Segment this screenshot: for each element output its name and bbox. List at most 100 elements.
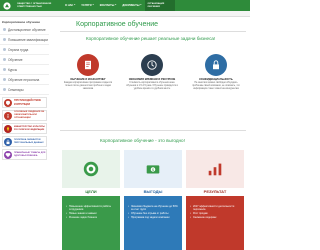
list-item: Обучение без отрыва от работы: [128, 212, 178, 215]
bullet-icon: [3, 58, 6, 61]
banner-label: ПРАВИЛЬНЫЕ ТОВАРЫ ДЛЯ ЗДОРОВЬЯ РЕБЕНКА: [14, 151, 46, 157]
list-item: Повышение эффективности работы сотрудник…: [66, 205, 116, 211]
card-body: 2017 эффективности деятельности персонал…: [186, 188, 244, 250]
list-item: Снижение издержек: [190, 216, 240, 219]
sidebar-link-label: Семинары: [8, 87, 24, 92]
chevron-down-icon: ▾: [140, 4, 142, 6]
sidebar-link-label: Охрана труда: [8, 47, 29, 52]
svg-text:$: $: [152, 168, 154, 172]
banner-label: МИНИСТЕРСТВО КУЛЬТУРЫ РОССИЙСКОЙ ФЕДЕРАЦ…: [14, 125, 45, 131]
sidebar-link[interactable]: Дистанционное обучение: [0, 25, 49, 35]
list-item: Новые знания и навыки: [66, 212, 116, 215]
card-body: Повышение эффективности работы сотрудник…: [62, 188, 120, 250]
sidebar-link-label: Курсы: [8, 67, 18, 72]
top-nav: ОБЩЕСТВО С ОГРАНИЧЕННОЙ ОТВЕТСТВЕННОСТЬЮ…: [0, 0, 250, 11]
main-content: Корпоративное обучение Корпоративное обу…: [52, 18, 250, 250]
list-item: 2017 эффективности деятельности персонал…: [190, 205, 240, 211]
banner-org-info[interactable]: ОСНОВНЫЕ СВЕДЕНИЯ ОБ ОБРАЗОВАТЕЛЬНОЙ ОРГ…: [2, 110, 47, 121]
sidebar-link[interactable]: Семинары: [0, 85, 49, 95]
sidebar-heading: Корпоративное обучение: [2, 19, 40, 24]
bullet-icon: [3, 68, 6, 71]
bullet-icon: [3, 48, 6, 51]
list-item: Решение задач бизнеса: [66, 216, 116, 219]
feature-desc: На занятиях можно свободно обсуждать про…: [192, 82, 240, 91]
card-title: РЕЗУЛЬТАТ: [186, 188, 244, 196]
card-header: [62, 150, 120, 188]
feature-desc: Стоимость корпоративного обучения ниже о…: [126, 82, 178, 91]
card-header: $: [124, 150, 182, 188]
clock-icon: [141, 54, 163, 76]
banner-anticorruption[interactable]: ПРОТИВОДЕЙСТВИЕ КОРРУПЦИИ: [2, 97, 47, 108]
sidebar: Корпоративное обучение Дистанционное обу…: [0, 18, 49, 250]
card-body: Экономия бюджета на обучение до 50% за с…: [124, 188, 182, 250]
card-benefits: $ Экономия бюджета на обучение до 50% за…: [124, 150, 182, 250]
nav-item-label: О НАС: [65, 4, 74, 7]
card-list: Экономия бюджета на обучение до 50% за с…: [128, 205, 178, 219]
sidebar-link[interactable]: Обучение персонала: [0, 75, 49, 85]
card-header: [186, 150, 244, 188]
banner-ministry[interactable]: МИНИСТЕРСТВО КУЛЬТУРЫ РОССИЙСКОЙ ФЕДЕРАЦ…: [2, 123, 47, 134]
target-icon: [83, 161, 99, 177]
sub-bar: [0, 11, 250, 17]
page-title: Корпоративное обучение: [76, 21, 159, 28]
card-list: 2017 эффективности деятельности персонал…: [190, 205, 240, 219]
info-icon: [4, 111, 12, 120]
list-item: Экономия бюджета на обучение до 50% за с…: [128, 205, 178, 211]
divider: [60, 130, 246, 131]
list-item: Программа под задачи компании: [128, 216, 178, 219]
nav-item-services[interactable]: УСЛУГИ ▾: [78, 0, 96, 11]
sidebar-link-label: Повышение квалификации: [8, 37, 49, 42]
section-subtitle: Корпоративное обучение решает реальные з…: [86, 36, 216, 41]
doc-icon: [77, 54, 99, 76]
logo-icon: [3, 1, 11, 10]
sidebar-link-label: Обучение персонала: [8, 77, 40, 82]
banner-label: ОСНОВНЫЕ СВЕДЕНИЯ ОБ ОБРАЗОВАТЕЛЬНОЙ ОРГ…: [14, 111, 45, 119]
logo[interactable]: [0, 0, 14, 11]
nav-item-label: УСЛУГИ: [81, 4, 92, 7]
nav-item-contacts[interactable]: КОНТАКТЫ ▾: [97, 0, 120, 11]
chevron-down-icon: ▾: [92, 4, 94, 6]
nav-item-label: ОБЩЕСТВО С ОГРАНИЧЕННОЙ ОТВЕТСТВЕННОСТЬЮ: [17, 2, 52, 8]
card-result: 2017 эффективности деятельности персонал…: [186, 150, 244, 250]
card-list: Повышение эффективности работы сотрудник…: [66, 205, 116, 219]
banner-label: ПОЛИТИКА ОБРАБОТКИ ПЕРСОНАЛЬНЫХ ДАННЫХ: [14, 138, 44, 144]
sidebar-link[interactable]: Повышение квалификации: [0, 35, 49, 45]
feature-title: ОБУЧЕНИЕ И КОНСАЛТИНГ: [70, 78, 106, 81]
nav-item-training[interactable]: ОРГАНИЗАЦИЯ ОБУЧЕНИЯ: [144, 0, 175, 11]
banner-privacy[interactable]: ПОЛИТИКА ОБРАБОТКИ ПЕРСОНАЛЬНЫХ ДАННЫХ: [2, 136, 47, 147]
benefits-title: Корпоративное обучение - это выгодно!: [100, 138, 185, 143]
banner-label: ПРОТИВОДЕЙСТВИЕ КОРРУПЦИИ: [14, 99, 42, 106]
nav-item-documents[interactable]: ДОКУМЕНТЫ ▾: [119, 0, 144, 11]
heart-icon: [4, 150, 12, 159]
card-goals: Повышение эффективности работы сотрудник…: [62, 150, 120, 250]
sidebar-link[interactable]: Курсы: [0, 65, 49, 75]
chevron-down-icon: ▾: [115, 4, 117, 6]
card-title: ЦЕЛИ: [62, 188, 120, 196]
nav-item-label: ДОКУМЕНТЫ: [122, 4, 140, 7]
bullet-icon: [3, 38, 6, 41]
chevron-down-icon: ▾: [74, 4, 76, 6]
card-title: ВЫГОДЫ: [124, 188, 182, 196]
lock-icon: [205, 54, 227, 76]
money-icon: $: [146, 165, 160, 174]
feature-title: КОНФИДЕНЦИАЛЬНОСТЬ: [199, 78, 233, 81]
bullet-icon: [3, 28, 6, 31]
banner-child-goods[interactable]: ПРАВИЛЬНЫЕ ТОВАРЫ ДЛЯ ЗДОРОВЬЯ РЕБЕНКА: [2, 149, 47, 160]
bullet-icon: [3, 88, 6, 91]
sidebar-link[interactable]: Охрана труда: [0, 45, 49, 55]
chart-up-icon: [208, 163, 222, 176]
feature-training: ОБУЧЕНИЕ И КОНСАЛТИНГ Каждая корпоративн…: [60, 54, 116, 114]
divider: [60, 31, 246, 32]
nav-item-about[interactable]: О НАС ▾: [62, 0, 78, 11]
sidebar-link-label: Дистанционное обучение: [8, 27, 46, 32]
nav-item-org[interactable]: ОБЩЕСТВО С ОГРАНИЧЕННОЙ ОТВЕТСТВЕННОСТЬЮ: [14, 0, 62, 11]
sidebar-link[interactable]: Обучение: [0, 55, 49, 65]
nav-item-label: ОРГАНИЗАЦИЯ ОБУЧЕНИЯ: [147, 2, 165, 8]
list-item: Рост продаж: [190, 212, 240, 215]
sidebar-link-label: Обучение: [8, 57, 23, 62]
nav-item-label: КОНТАКТЫ: [99, 4, 115, 7]
shield-icon: [4, 98, 12, 107]
feature-confidential: КОНФИДЕНЦИАЛЬНОСТЬ На занятиях можно сво…: [188, 54, 244, 114]
feature-savings: ЭКОНОМИЯ ВРЕМЕНИ И РЕСУРСОВ Стоимость ко…: [124, 54, 180, 114]
feature-title: ЭКОНОМИЯ ВРЕМЕНИ И РЕСУРСОВ: [128, 78, 176, 81]
